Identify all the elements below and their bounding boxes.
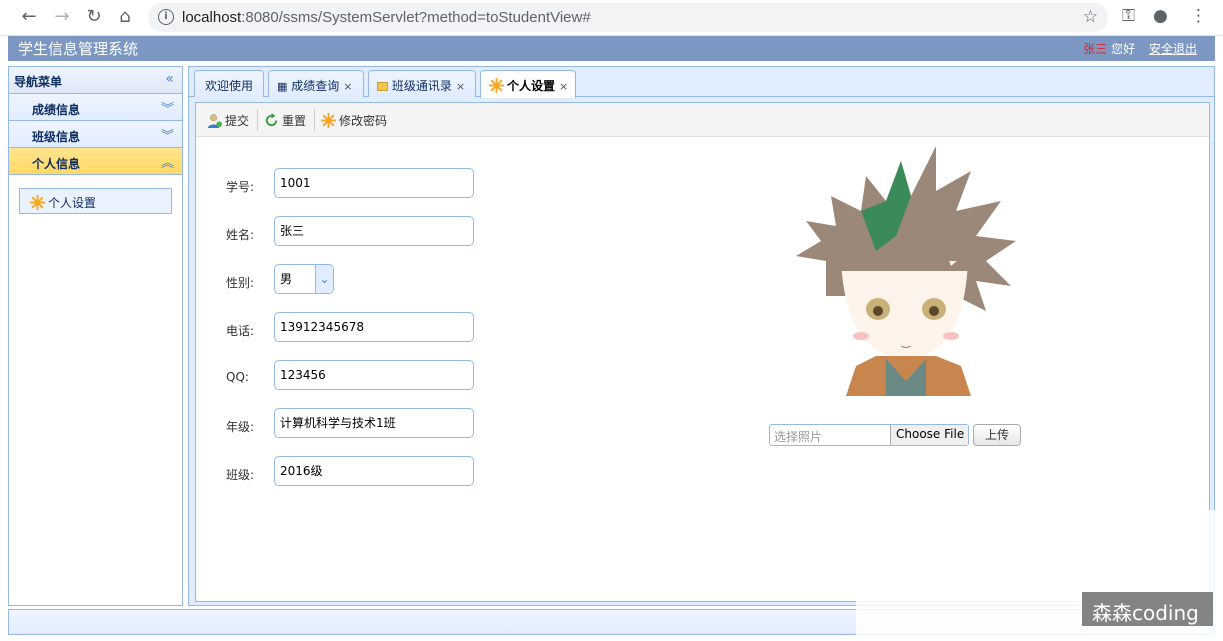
settings-icon [30,195,45,210]
back-icon[interactable]: ← [18,6,40,28]
logout-link[interactable]: 安全退出 [1149,42,1197,56]
gender-label: 性别: [226,276,255,290]
change-password-button[interactable]: 修改密码 [321,112,387,129]
close-icon[interactable]: × [343,80,352,93]
choose-file-button[interactable]: Choose File [890,425,968,445]
tab-label: 成绩查询 [291,79,340,93]
sidebar-header: 导航菜单 « [9,67,182,94]
student-id-label: 学号: [226,180,255,194]
sidebar-link-personal-settings[interactable]: 个人设置 [19,188,172,214]
tab-class-contacts[interactable]: 班级通讯录 × [368,70,476,97]
sidebar-item-grades[interactable]: 成绩信息 ︾ [9,94,182,121]
tab-personal-settings[interactable]: 个人设置 × [480,70,576,98]
watermark: 森森coding [1082,592,1213,626]
tab-bar: 欢迎使用 ▦ 成绩查询 × 班级通讯录 × 个人设置 × [189,67,1214,98]
upload-button[interactable]: 上传 [973,424,1021,446]
expand-icon[interactable]: ︾ [161,125,174,144]
grade-label: 年级: [226,420,255,434]
table-icon: ▦ [277,80,288,93]
home-icon[interactable]: ⌂ [114,6,136,28]
phone-label: 电话: [226,324,255,338]
sidebar-item-label: 班级信息 [32,130,81,144]
tab-label: 个人设置 [507,79,556,93]
toolbar: 提交 重置 修改密码 [196,103,1209,137]
change-password-label: 修改密码 [339,114,388,128]
phone-field[interactable]: 13912345678 [274,312,474,342]
menu-kebab-icon[interactable]: ⋮ [1190,6,1207,26]
tab-welcome[interactable]: 欢迎使用 [194,70,264,97]
reset-label: 重置 [282,114,307,128]
photo-file-input[interactable]: 选择照片 Choose File [769,424,969,446]
sidebar: 导航菜单 « 成绩信息 ︾ 班级信息 ︾ 个人信息 ︽ 个人设置 [8,66,183,606]
settings-icon [321,113,336,128]
close-icon[interactable]: × [559,80,568,93]
tab-grades[interactable]: ▦ 成绩查询 × [268,70,364,97]
sidebar-item-label: 成绩信息 [32,103,81,117]
toolbar-divider [314,109,315,131]
site-info-icon[interactable]: i [158,9,174,25]
sidebar-item-label: 个人信息 [32,157,81,171]
submit-label: 提交 [225,114,250,128]
collapse-sidebar-icon[interactable]: « [165,71,174,87]
user-icon [207,114,222,128]
folder-icon [377,82,388,91]
toolbar-divider [257,109,258,131]
reset-button[interactable]: 重置 [264,112,306,129]
user-name: 张三 [1083,42,1108,56]
sidebar-title: 导航菜单 [14,75,63,89]
browser-toolbar: ← → ↻ ⌂ i localhost:8080/ssms/SystemServ… [0,0,1223,36]
student-id-field[interactable]: 1001 [274,168,474,198]
expand-icon[interactable]: ︾ [161,98,174,117]
bookmark-star-icon[interactable]: ☆ [1083,7,1098,27]
sidebar-item-personal[interactable]: 个人信息 ︽ [9,148,182,175]
chevron-down-icon[interactable]: ⌄ [315,265,333,293]
tab-label: 欢迎使用 [205,79,254,93]
forward-icon[interactable]: → [51,6,73,28]
name-label: 姓名: [226,228,255,242]
reload-icon[interactable]: ↻ [83,6,105,28]
settings-icon [489,78,504,93]
class-field[interactable]: 2016级 [274,456,474,486]
address-bar[interactable]: i localhost:8080/ssms/SystemServlet?meth… [148,3,1108,32]
tab-label: 班级通讯录 [391,79,452,93]
refresh-icon [265,113,278,127]
collapse-icon[interactable]: ︽ [161,152,174,171]
avatar-image [796,146,1016,396]
close-icon[interactable]: × [456,80,465,93]
grade-field[interactable]: 计算机科学与技术1班 [274,408,474,438]
key-icon[interactable]: ⚿ [1122,6,1135,26]
url-host: localhost [182,9,242,26]
class-label: 班级: [226,468,255,482]
user-area: 张三 您好 安全退出 [1083,40,1197,57]
sidebar-link-label: 个人设置 [48,196,97,210]
app-header: 学生信息管理系统 张三 您好 安全退出 [8,36,1215,61]
gender-value: 男 [280,272,293,286]
url-path: :8080/ssms/SystemServlet?method=toStuden… [241,9,591,26]
sidebar-item-class[interactable]: 班级信息 ︾ [9,121,182,148]
qq-field[interactable]: 123456 [274,360,474,390]
name-field[interactable]: 张三 [274,216,474,246]
greeting-text: 您好 [1111,42,1136,56]
qq-label: QQ: [226,370,249,384]
gender-select[interactable]: 男 ⌄ [274,264,334,294]
app-title: 学生信息管理系统 [18,40,139,58]
submit-button[interactable]: 提交 [207,112,249,129]
photo-placeholder: 选择照片 [774,430,823,444]
account-icon[interactable]: ● [1153,6,1168,26]
